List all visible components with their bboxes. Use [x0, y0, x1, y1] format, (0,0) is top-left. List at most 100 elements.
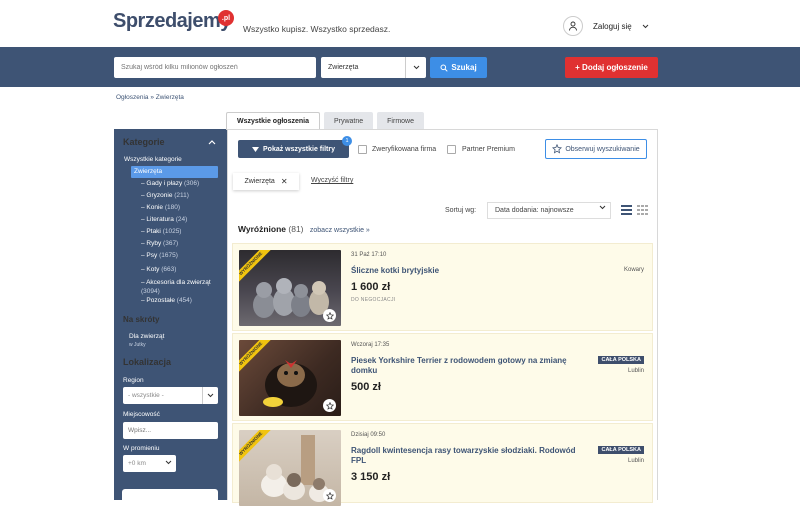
- radius-select[interactable]: +0 km: [123, 455, 176, 472]
- listing-title[interactable]: Śliczne kotki brytyjskie: [351, 266, 591, 276]
- favorite-star-icon[interactable]: [323, 399, 336, 412]
- listing-city: Lublin: [627, 368, 644, 374]
- region-value: - wszystkie -: [128, 392, 164, 399]
- grid-view-icon[interactable]: [637, 205, 648, 215]
- sidebar-item-count: (3094): [141, 288, 160, 295]
- sidebar-all-categories[interactable]: Wszystkie kategorie: [124, 156, 182, 163]
- breadcrumb[interactable]: Ogłoszenia » Zwierzęta: [116, 94, 184, 101]
- partner-checkbox[interactable]: [447, 145, 456, 154]
- listing-price: 3 150 zł: [351, 471, 391, 483]
- sidebar-box: [122, 489, 218, 503]
- sidebar-item-count: (454): [176, 297, 192, 304]
- chevron-up-icon[interactable]: [208, 140, 216, 145]
- close-icon[interactable]: ✕: [281, 177, 288, 186]
- filter-count-badge: 1: [342, 136, 352, 146]
- caret-down-icon: [252, 146, 259, 152]
- sidebar-item-count: (306): [184, 180, 200, 187]
- sort-select[interactable]: Data dodania: najnowsze: [487, 202, 611, 219]
- search-icon: [440, 64, 448, 72]
- listing-tabs: Wszystkie ogłoszenia Prywatne Firmowe: [226, 112, 424, 130]
- listing-city: Lublin: [627, 458, 644, 464]
- listing-price: 500 zł: [351, 381, 381, 393]
- sidebar-item-label: Pozostałe: [146, 297, 175, 304]
- sidebar-item-category[interactable]: – Konie (180): [141, 204, 180, 211]
- city-input[interactable]: [123, 422, 218, 439]
- site-logo[interactable]: Sprzedajemy: [113, 10, 231, 33]
- listing-title[interactable]: Ragdoll kwintesencja rasy towarzyskie sł…: [351, 446, 591, 466]
- search-input[interactable]: [114, 57, 316, 78]
- clear-filters-link[interactable]: Wyczyść filtry: [311, 177, 353, 184]
- favorite-star-icon[interactable]: [323, 309, 336, 322]
- listing-date: Dzisiaj 09:50: [351, 432, 386, 438]
- sidebar-item-category[interactable]: – Literatura (24): [141, 216, 187, 223]
- chevron-down-icon: [642, 22, 649, 31]
- chip-label: Zwierzęta: [244, 178, 275, 185]
- sidebar-item-label: Akcesoria dla zwierząt: [146, 279, 211, 286]
- sidebar-item-category[interactable]: – Pozostałe (454): [141, 297, 192, 304]
- partner-label: Partner Premium: [462, 146, 515, 153]
- save-search-button[interactable]: Obserwuj wyszukiwanie: [545, 139, 647, 159]
- radius-value: +0 km: [128, 460, 146, 467]
- listing-photo[interactable]: WYRÓŻNIONE: [239, 340, 341, 416]
- sidebar-item-count: (24): [175, 216, 188, 223]
- tagline: Wszystko kupisz. Wszystko sprzedasz.: [243, 24, 391, 34]
- sidebar-item-active[interactable]: Zwierzęta: [131, 166, 218, 178]
- tab-company[interactable]: Firmowe: [377, 112, 424, 130]
- sidebar-item-category[interactable]: – Gryzonie (211): [141, 192, 189, 199]
- sidebar-item-count: (180): [164, 204, 181, 211]
- category-value: Zwierzęta: [328, 64, 359, 71]
- active-filter-chip[interactable]: Zwierzęta ✕: [233, 173, 299, 190]
- listing-card[interactable]: WYRÓŻNIONE Dzisiaj 09:50 Ragdoll kwintes…: [232, 423, 653, 506]
- show-filters-button[interactable]: Pokaż wszystkie filtry: [238, 140, 349, 158]
- listing-price: 1 600 zł: [351, 281, 391, 293]
- favorite-star-icon[interactable]: [323, 489, 336, 502]
- sidebar-categories-title[interactable]: Kategorie: [123, 137, 165, 147]
- radius-label: W promieniu: [123, 445, 160, 452]
- listing-negotiable: DO NEGOCJACJI: [351, 297, 396, 303]
- tab-all[interactable]: Wszystkie ogłoszenia: [226, 112, 320, 130]
- show-filters-label: Pokaż wszystkie filtry: [263, 145, 335, 153]
- listing-card[interactable]: WYRÓŻNIONE 31 Paź 17:10 Śliczne kotki br…: [232, 243, 653, 331]
- chevron-down-icon: [405, 57, 426, 78]
- sidebar-shortcuts-title: Na skróty: [123, 315, 160, 324]
- sidebar-item-count: (211): [174, 192, 189, 199]
- city-label: Miejscowość: [123, 411, 160, 418]
- login-button[interactable]: Zaloguj się: [563, 16, 649, 36]
- chevron-down-icon: [202, 387, 218, 404]
- search-label: Szukaj: [451, 63, 477, 72]
- sidebar-item-category[interactable]: – Psy (1675): [141, 252, 178, 259]
- add-listing-button[interactable]: + Dodaj ogłoszenie: [565, 57, 658, 78]
- list-view-icon[interactable]: [621, 205, 632, 215]
- listing-city: Kowary: [623, 267, 644, 273]
- featured-heading: Wyróżnione (81) zobacz wszystkie »: [238, 224, 370, 234]
- sidebar-shortcut-item[interactable]: Dla zwierząt: [129, 333, 164, 340]
- chevron-down-icon: [165, 460, 172, 467]
- sidebar-item-label: Koty: [146, 266, 160, 273]
- sidebar-item-category[interactable]: – Akcesoria dla zwierząt (3094): [141, 278, 221, 296]
- sidebar-item-label: Konie: [146, 204, 164, 211]
- region-select[interactable]: - wszystkie -: [123, 387, 218, 404]
- listing-date: 31 Paź 17:10: [351, 252, 387, 258]
- listing-title[interactable]: Piesek Yorkshire Terrier z rodowodem got…: [351, 356, 591, 376]
- sidebar-item-category[interactable]: – Ptaki (1025): [141, 228, 181, 235]
- listing-tag: CAŁA POLSKA: [598, 446, 644, 454]
- category-select[interactable]: Zwierzęta: [321, 57, 426, 78]
- sidebar-item-count: (367): [163, 240, 179, 247]
- star-icon: [552, 144, 563, 154]
- listing-photo[interactable]: WYRÓŻNIONE: [239, 250, 341, 326]
- featured-see-all-link[interactable]: zobacz wszystkie »: [310, 227, 370, 234]
- tab-private[interactable]: Prywatne: [323, 112, 374, 130]
- featured-count: (81): [288, 224, 304, 234]
- listing-card[interactable]: WYRÓŻNIONE Wczoraj 17:35 Piesek Yorkshir…: [232, 333, 653, 421]
- sidebar-item-category[interactable]: – Ryby (367): [141, 240, 178, 247]
- logo-suffix: .pl: [218, 10, 234, 26]
- sidebar-item-category[interactable]: – Koty (663): [141, 266, 176, 273]
- header: Sprzedajemy .pl Wszystko kupisz. Wszystk…: [0, 0, 800, 47]
- listing-tag: CAŁA POLSKA: [598, 356, 644, 364]
- sidebar-item-label: Gryzonie: [146, 192, 173, 199]
- search-button[interactable]: Szukaj: [430, 57, 487, 78]
- chevron-down-icon: [599, 205, 606, 212]
- listing-photo[interactable]: WYRÓŻNIONE: [239, 430, 341, 506]
- verified-checkbox[interactable]: [358, 145, 367, 154]
- sidebar-item-category[interactable]: – Gady i płazy (306): [141, 180, 199, 187]
